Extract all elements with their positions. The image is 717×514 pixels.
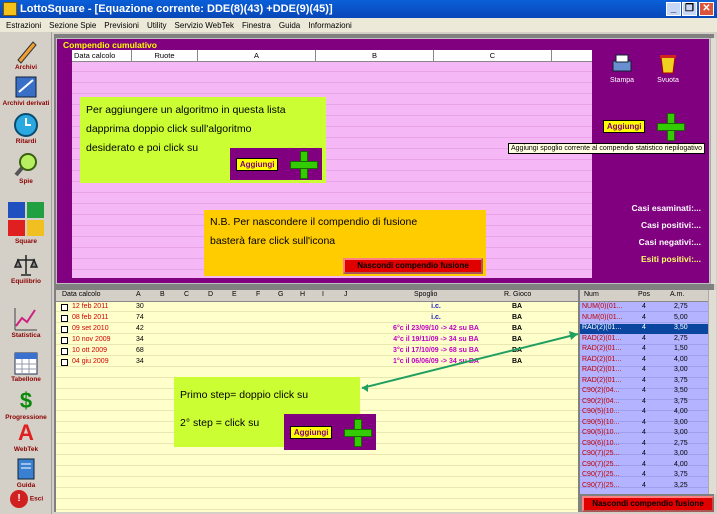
cell-num: C90(7)(25... — [582, 481, 620, 489]
cell-num: C90(2)(04... — [582, 387, 620, 394]
cell-pos: 4 — [642, 345, 646, 352]
cell-pos: 4 — [642, 334, 646, 342]
nascondi-compendio-button-2[interactable]: Nascondi compendio fusione — [582, 496, 714, 512]
cell-am: 5,00 — [674, 313, 688, 321]
cell-pos: 4 — [642, 439, 646, 447]
cell-am: 3,75 — [674, 471, 688, 478]
cell-am: 4,00 — [674, 408, 688, 415]
cell-num: RAD(2)(01... — [582, 355, 622, 363]
cell-num: RAD(2)(01... — [582, 324, 622, 331]
cell-num: C90(5)(10... — [582, 408, 620, 415]
cell-num: NUM(0)(01... — [582, 313, 623, 321]
cell-num: NUM(0)(01... — [582, 303, 623, 310]
cell-am: 4,00 — [674, 460, 688, 468]
cell-am: 3,50 — [674, 324, 688, 331]
col-am[interactable]: A.m. — [670, 291, 684, 298]
cell-am: 4,00 — [674, 355, 688, 363]
cell-am: 3,50 — [674, 387, 688, 394]
equation-list-header: Num Pos A.m. — [580, 290, 708, 302]
cell-am: 3,00 — [674, 366, 688, 373]
table-row[interactable]: RAD(2)(01... 4 3,00 — [580, 366, 708, 376]
cell-pos: 4 — [642, 450, 646, 457]
cell-am: 2,75 — [674, 439, 688, 447]
cell-am: 1,50 — [674, 345, 688, 352]
cell-num: C90(2)(04... — [582, 397, 620, 405]
cell-pos: 4 — [642, 376, 646, 384]
cell-num: C90(5)(10... — [582, 429, 620, 436]
table-row[interactable]: C90(7)(25... 4 3,00 — [580, 450, 708, 460]
table-row[interactable]: NUM(0)(01... 4 2,75 — [580, 303, 708, 313]
cell-pos: 4 — [642, 481, 646, 489]
table-row[interactable]: RAD(2)(01... 4 4,00 — [580, 356, 708, 366]
cell-num: RAD(2)(01... — [582, 366, 622, 373]
cell-pos: 4 — [642, 408, 646, 415]
cell-am: 3,75 — [674, 376, 688, 384]
table-row[interactable]: C90(7)(25... 4 4,00 — [580, 461, 708, 471]
cell-num: C90(7)(25... — [582, 460, 620, 468]
cell-num: RAD(2)(01... — [582, 334, 622, 342]
cell-pos: 4 — [642, 324, 646, 331]
cell-num: RAD(2)(01... — [582, 345, 622, 352]
cell-am: 3,00 — [674, 429, 688, 436]
cell-pos: 4 — [642, 366, 646, 373]
cell-pos: 4 — [642, 387, 646, 394]
cell-pos: 4 — [642, 313, 646, 321]
table-row[interactable]: RAD(2)(01... 4 2,75 — [580, 335, 708, 345]
cell-pos: 4 — [642, 429, 646, 436]
cell-pos: 4 — [642, 303, 646, 310]
cell-num: C90(7)(25... — [582, 450, 620, 457]
cell-pos: 4 — [642, 418, 646, 426]
col-num[interactable]: Num — [584, 291, 599, 298]
col-pos[interactable]: Pos — [638, 291, 650, 298]
cell-pos: 4 — [642, 471, 646, 478]
right-scrollbar[interactable] — [708, 290, 716, 494]
table-row[interactable]: C90(2)(04... 4 3,75 — [580, 398, 708, 408]
table-row[interactable]: RAD(2)(01... 4 3,50 — [580, 324, 708, 334]
cell-pos: 4 — [642, 460, 646, 468]
equation-list[interactable]: Num Pos A.m. NUM(0)(01... 4 2,75 NUM(0)(01.… — [580, 290, 708, 494]
cell-pos: 4 — [642, 397, 646, 405]
table-row[interactable]: C90(7)(25... 4 3,75 — [580, 471, 708, 481]
cell-am: 2,75 — [674, 334, 688, 342]
table-row[interactable]: C90(2)(04... 4 3,50 — [580, 387, 708, 397]
table-row[interactable]: C90(5)(10... 4 4,00 — [580, 408, 708, 418]
cell-num: C90(5)(10... — [582, 418, 620, 426]
table-row[interactable]: C90(6)(10... 4 2,75 — [580, 440, 708, 450]
cell-num: C90(6)(10... — [582, 439, 620, 447]
cell-am: 3,00 — [674, 450, 688, 457]
table-row[interactable]: RAD(2)(01... 4 1,50 — [580, 345, 708, 355]
table-row[interactable]: C90(5)(10... 4 3,00 — [580, 429, 708, 439]
cell-pos: 4 — [642, 355, 646, 363]
table-row[interactable]: RAD(2)(01... 4 3,75 — [580, 377, 708, 387]
cell-am: 3,75 — [674, 397, 688, 405]
cell-am: 3,00 — [674, 418, 688, 426]
table-row[interactable]: C90(5)(10... 4 3,00 — [580, 419, 708, 429]
table-row[interactable]: C90(7)(25... 4 3,25 — [580, 482, 708, 492]
cell-num: RAD(2)(01... — [582, 376, 622, 384]
cell-num: C90(7)(25... — [582, 471, 620, 478]
cell-am: 2,75 — [674, 303, 688, 310]
table-row[interactable]: NUM(0)(01... 4 5,00 — [580, 314, 708, 324]
cell-am: 3,25 — [674, 481, 688, 489]
